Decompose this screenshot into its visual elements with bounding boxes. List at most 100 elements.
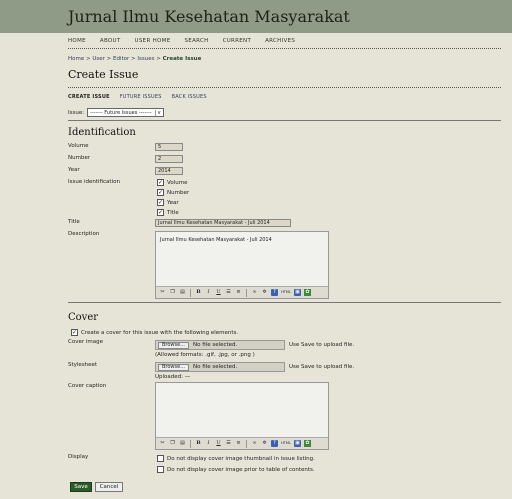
chevron-down-icon: v	[154, 109, 161, 116]
stylesheet-label: Stylesheet	[68, 362, 98, 368]
paste-icon[interactable]: ▤	[179, 440, 186, 447]
cover-caption-textarea[interactable]	[156, 383, 328, 437]
cut-icon[interactable]: ✂	[159, 289, 166, 296]
display-option-thumbnail[interactable]: Do not display cover image thumbnail in …	[157, 455, 315, 462]
number-input[interactable]: 2	[155, 155, 183, 163]
cover-image-label: Cover image	[68, 339, 103, 345]
check-volume[interactable]: ✓ Volume	[157, 179, 187, 186]
html-icon[interactable]: HTML	[281, 440, 291, 447]
numbered-list-icon[interactable]: ≡	[235, 440, 242, 447]
identification-heading: Identification	[68, 127, 136, 138]
uploaded-status: Uploaded: —	[155, 374, 191, 380]
display-option-toc[interactable]: Do not display cover image prior to tabl…	[157, 466, 315, 473]
nav-home[interactable]: HOME	[68, 38, 86, 44]
link-icon[interactable]: ∞	[251, 289, 258, 296]
help-icon[interactable]: ?	[271, 440, 278, 447]
fullscreen-icon[interactable]: ▣	[294, 440, 301, 447]
description-label: Description	[68, 231, 100, 237]
display-label: Display	[68, 454, 89, 460]
image-icon[interactable]: ✿	[304, 440, 311, 447]
description-textarea[interactable]: Jurnal Ilmu Kesehatan Masyarakat - Juli …	[156, 232, 328, 286]
save-button[interactable]: Save	[70, 482, 92, 492]
page-title: Create Issue	[68, 68, 139, 81]
checkbox[interactable]	[157, 466, 164, 473]
italic-icon[interactable]: I	[205, 440, 212, 447]
issue-subnav: CREATE ISSUE FUTURE ISSUES BACK ISSUES	[68, 94, 207, 100]
unlink-icon[interactable]: ✲	[261, 440, 268, 447]
allowed-formats: (Allowed formats: .gif, .jpg, or .png )	[155, 352, 255, 358]
check-number[interactable]: ✓ Number	[157, 189, 189, 196]
upload-hint: Use Save to upload file.	[289, 364, 355, 370]
tab-create-issue[interactable]: CREATE ISSUE	[68, 94, 110, 100]
cut-icon[interactable]: ✂	[159, 440, 166, 447]
breadcrumb-editor[interactable]: Editor	[113, 56, 129, 62]
section-divider	[68, 120, 501, 121]
issue-select[interactable]: ------- Future Issues ------- v	[87, 108, 164, 117]
copy-icon[interactable]: ❐	[169, 289, 176, 296]
nav-archives[interactable]: ARCHIVES	[265, 38, 295, 44]
cancel-button[interactable]: Cancel	[95, 482, 123, 492]
checkbox[interactable]: ✓	[157, 209, 164, 216]
cover-image-file-input[interactable]: Browse... No file selected.	[155, 340, 285, 350]
checkbox[interactable]: ✓	[157, 179, 164, 186]
create-cover-checkbox[interactable]: ✓ Create a cover for this issue with the…	[71, 329, 238, 336]
nav-divider	[68, 48, 501, 49]
year-input[interactable]: 2014	[155, 167, 183, 175]
underline-icon[interactable]: U	[215, 289, 222, 296]
nav-about[interactable]: ABOUT	[100, 38, 121, 44]
check-year[interactable]: ✓ Year	[157, 199, 179, 206]
fullscreen-icon[interactable]: ▣	[294, 289, 301, 296]
site-header: Jurnal Ilmu Kesehatan Masyarakat	[0, 0, 512, 33]
editor-toolbar: ✂ ❐ ▤ B I U ☰ ≡ ∞ ✲ ? HTML ▣ ✿	[156, 437, 328, 449]
nav-current[interactable]: CURRENT	[223, 38, 252, 44]
breadcrumb-issues[interactable]: Issues	[137, 56, 154, 62]
year-label: Year	[68, 167, 80, 173]
check-title[interactable]: ✓ Title	[157, 209, 179, 216]
html-icon[interactable]: HTML	[281, 289, 291, 296]
breadcrumb-user[interactable]: User	[92, 56, 105, 62]
cover-caption-label: Cover caption	[68, 383, 107, 389]
cover-heading: Cover	[68, 312, 99, 323]
copy-icon[interactable]: ❐	[169, 440, 176, 447]
volume-label: Volume	[68, 143, 89, 149]
underline-icon[interactable]: U	[215, 440, 222, 447]
image-icon[interactable]: ✿	[304, 289, 311, 296]
browse-button[interactable]: Browse...	[158, 341, 189, 349]
unlink-icon[interactable]: ✲	[261, 289, 268, 296]
description-editor[interactable]: Jurnal Ilmu Kesehatan Masyarakat - Juli …	[155, 231, 329, 299]
checkbox[interactable]: ✓	[157, 189, 164, 196]
tab-future-issues[interactable]: FUTURE ISSUES	[120, 94, 162, 100]
stylesheet-file-input[interactable]: Browse... No file selected.	[155, 362, 285, 372]
browse-button[interactable]: Browse...	[158, 363, 189, 371]
bullet-list-icon[interactable]: ☰	[225, 440, 232, 447]
main-nav: HOME ABOUT USER HOME SEARCH CURRENT ARCH…	[68, 38, 295, 44]
volume-input[interactable]: 5	[155, 143, 183, 151]
number-label: Number	[68, 155, 91, 161]
bold-icon[interactable]: B	[195, 440, 202, 447]
breadcrumb: Home > User > Editor > Issues > Create I…	[68, 56, 202, 62]
nav-search[interactable]: SEARCH	[185, 38, 209, 44]
editor-toolbar: ✂ ❐ ▤ B I U ☰ ≡ ∞ ✲ ? HTML ▣ ✿	[156, 286, 328, 298]
cover-image-upload: Browse... No file selected. Use Save to …	[155, 340, 354, 350]
title-input[interactable]: Jurnal Ilmu Kesehatan Masyarakat - Juli …	[155, 219, 291, 227]
section-divider	[68, 302, 501, 303]
breadcrumb-home[interactable]: Home	[68, 56, 84, 62]
cover-caption-editor[interactable]: ✂ ❐ ▤ B I U ☰ ≡ ∞ ✲ ? HTML ▣ ✿	[155, 382, 329, 450]
checkbox[interactable]	[157, 455, 164, 462]
stylesheet-upload: Browse... No file selected. Use Save to …	[155, 362, 354, 372]
checkbox[interactable]: ✓	[71, 329, 78, 336]
title-divider	[68, 87, 501, 88]
paste-icon[interactable]: ▤	[179, 289, 186, 296]
bold-icon[interactable]: B	[195, 289, 202, 296]
nav-user-home[interactable]: USER HOME	[135, 38, 171, 44]
checkbox[interactable]: ✓	[157, 199, 164, 206]
title-label: Title	[68, 219, 80, 225]
bullet-list-icon[interactable]: ☰	[225, 289, 232, 296]
breadcrumb-current[interactable]: Create Issue	[163, 56, 202, 62]
link-icon[interactable]: ∞	[251, 440, 258, 447]
numbered-list-icon[interactable]: ≡	[235, 289, 242, 296]
tab-back-issues[interactable]: BACK ISSUES	[172, 94, 207, 100]
help-icon[interactable]: ?	[271, 289, 278, 296]
italic-icon[interactable]: I	[205, 289, 212, 296]
issue-identification-label: Issue identification	[68, 179, 120, 185]
